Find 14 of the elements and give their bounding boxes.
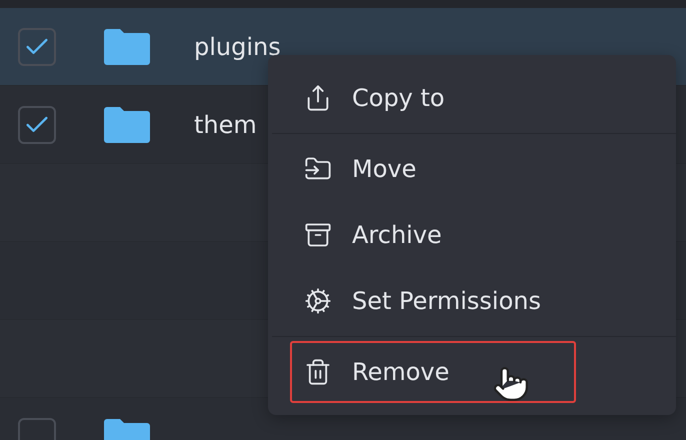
trash-icon: [304, 358, 332, 386]
folder-name: them: [194, 110, 257, 138]
hand-cursor-icon: [492, 365, 530, 403]
folder-icon: [102, 106, 152, 144]
menu-item[interactable]: Move: [290, 138, 654, 200]
folder-name: plugins: [194, 32, 281, 60]
checkbox[interactable]: [18, 28, 56, 66]
archive-icon: [304, 221, 332, 249]
gear-icon: [304, 287, 332, 315]
menu-item[interactable]: Remove: [290, 341, 576, 403]
menu-item[interactable]: Set Permissions: [290, 270, 654, 332]
folder-icon: [102, 28, 152, 66]
menu-item[interactable]: Archive: [290, 204, 654, 266]
checkbox[interactable]: [18, 106, 56, 144]
